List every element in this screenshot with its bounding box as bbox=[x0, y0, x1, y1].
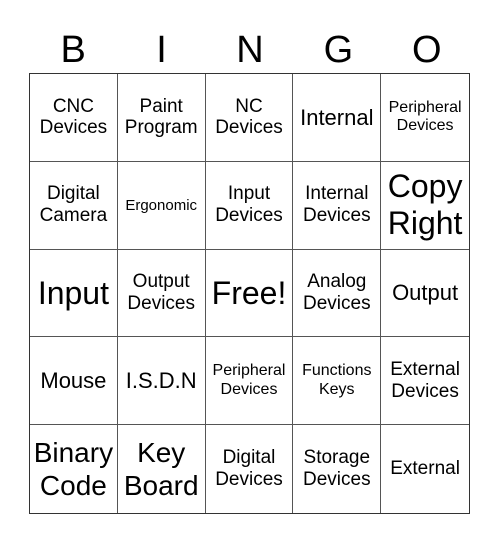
bingo-cell[interactable]: Input bbox=[30, 249, 118, 338]
bingo-cell[interactable]: Peripheral Devices bbox=[381, 74, 469, 162]
bingo-cell[interactable]: Output bbox=[381, 250, 469, 338]
bingo-cell[interactable]: Digital Devices bbox=[206, 425, 294, 513]
bingo-cell[interactable]: Copy Right bbox=[381, 162, 469, 250]
bingo-card-grid: CNC Devices Paint Program NC Devices Intern… bbox=[29, 73, 470, 514]
bingo-cell[interactable]: External Devices bbox=[381, 337, 469, 426]
bingo-cell[interactable]: Internal bbox=[293, 74, 382, 162]
bingo-cell[interactable]: Key Board bbox=[118, 425, 206, 513]
bingo-cell[interactable]: External bbox=[381, 425, 469, 513]
bingo-cell[interactable]: I.S.D.N bbox=[117, 337, 206, 426]
bingo-cell[interactable]: Ergonomic bbox=[117, 161, 206, 250]
bingo-cell[interactable]: Output Devices bbox=[117, 249, 206, 338]
bingo-cell[interactable]: CNC Devices bbox=[30, 74, 118, 162]
bingo-cell[interactable]: Digital Camera bbox=[30, 161, 118, 250]
header-letter-b: B bbox=[60, 29, 86, 71]
bingo-cell[interactable]: Storage Devices bbox=[293, 425, 382, 513]
bingo-cell[interactable]: Input Devices bbox=[205, 161, 294, 250]
header-letter-o: O bbox=[411, 29, 442, 71]
bingo-cell[interactable]: Mouse bbox=[30, 337, 118, 426]
bingo-cell[interactable]: NC Devices bbox=[205, 74, 294, 162]
header-letter-n: N bbox=[236, 29, 264, 71]
bingo-cell[interactable]: Functions Keys bbox=[293, 337, 382, 426]
bingo-header: B I N G O bbox=[29, 28, 471, 72]
header-letter-i: I bbox=[156, 29, 167, 71]
bingo-cell[interactable]: Internal Devices bbox=[293, 161, 382, 250]
free-space-cell[interactable]: Free! bbox=[205, 249, 294, 338]
bingo-cell[interactable]: Binary Code bbox=[30, 425, 118, 513]
bingo-cell[interactable]: Peripheral Devices bbox=[205, 337, 294, 426]
bingo-cell[interactable]: Paint Program bbox=[117, 74, 206, 162]
bingo-cell[interactable]: Analog Devices bbox=[293, 249, 382, 338]
header-letter-g: G bbox=[323, 29, 354, 71]
